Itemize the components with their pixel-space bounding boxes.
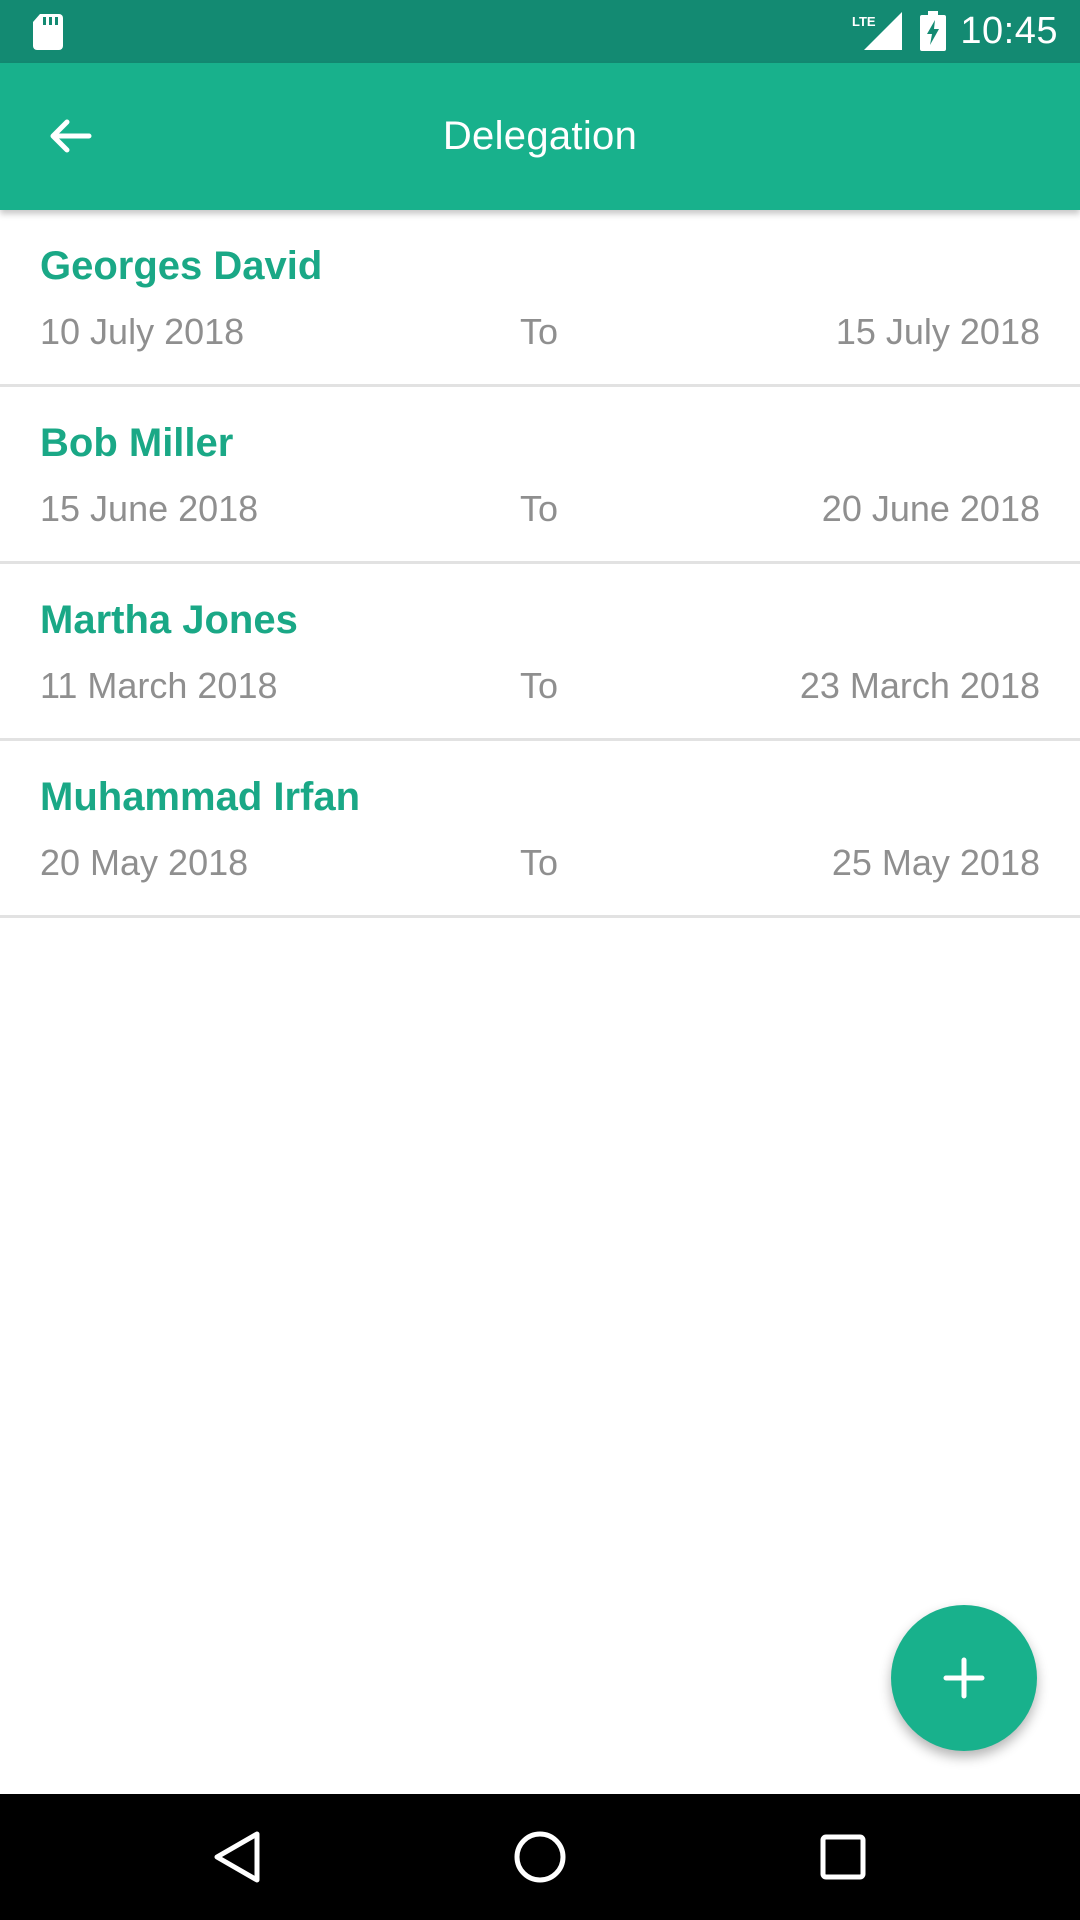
status-bar: LTE 10:45 (0, 0, 1080, 63)
to-date: 23 March 2018 (799, 665, 1040, 706)
battery-charging-icon (920, 11, 946, 51)
delegation-item[interactable]: Bob Miller 15 June 2018 To 20 June 2018 (0, 387, 1080, 564)
add-delegation-button[interactable] (891, 1605, 1037, 1751)
status-time: 10:45 (960, 10, 1058, 52)
to-label: To (520, 488, 559, 529)
delegate-name: Muhammad Irfan (40, 775, 361, 819)
delegate-name: Georges David (40, 244, 323, 288)
nav-home-icon (514, 1831, 566, 1883)
nav-recents-button[interactable] (808, 1822, 878, 1892)
to-date: 20 June 2018 (821, 488, 1040, 529)
to-label: To (520, 665, 559, 706)
delegation-item[interactable]: Muhammad Irfan 20 May 2018 To 25 May 201… (0, 741, 1080, 918)
nav-back-icon (214, 1831, 260, 1883)
to-date: 15 July 2018 (835, 311, 1040, 352)
lte-signal-icon: LTE (852, 12, 902, 50)
delegate-name: Martha Jones (40, 598, 298, 642)
app-bar: Delegation (0, 63, 1080, 210)
delegation-item[interactable]: Martha Jones 11 March 2018 To 23 March 2… (0, 564, 1080, 741)
nav-home-button[interactable] (505, 1822, 575, 1892)
delegate-name: Bob Miller (40, 421, 234, 465)
network-label: LTE (852, 14, 876, 29)
delegation-list: Georges David 10 July 2018 To 15 July 20… (0, 210, 1080, 918)
from-date: 11 March 2018 (40, 665, 278, 706)
from-date: 20 May 2018 (40, 842, 249, 883)
page-title: Delegation (442, 114, 638, 158)
to-date: 25 May 2018 (831, 842, 1040, 883)
to-label: To (520, 311, 559, 352)
nav-recents-icon (820, 1834, 866, 1880)
sd-card-icon (33, 14, 63, 50)
from-date: 10 July 2018 (40, 311, 245, 352)
from-date: 15 June 2018 (40, 488, 259, 529)
delegation-item[interactable]: Georges David 10 July 2018 To 15 July 20… (0, 210, 1080, 387)
to-label: To (520, 842, 559, 883)
system-nav-bar (0, 1794, 1080, 1920)
nav-back-button[interactable] (202, 1822, 272, 1892)
plus-icon (943, 1657, 985, 1699)
